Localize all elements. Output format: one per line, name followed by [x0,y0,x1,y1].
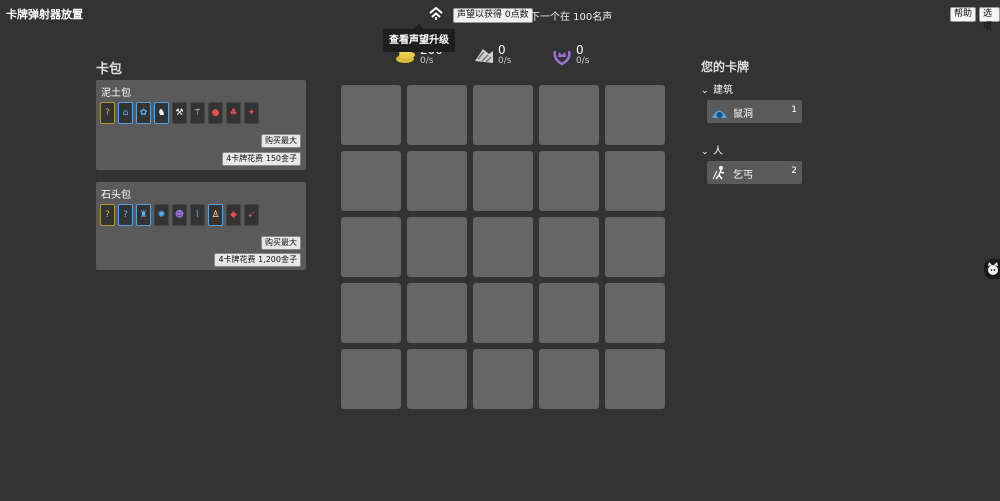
prestige-tooltip: 查看声望升级 [383,24,455,52]
pack-cost-button[interactable]: 4卡牌花费 150金子 [222,152,301,166]
question-icon: ? [118,204,133,226]
board-slot[interactable] [605,349,665,409]
board-slot[interactable] [341,283,401,343]
question-icon: ? [100,102,115,124]
board-slot[interactable] [539,151,599,211]
card-beggar[interactable]: 乞丐 2 [707,161,802,184]
card-count: 2 [791,166,797,176]
beggar-icon: ⚚ [190,102,205,124]
next-prestige-text: 下一个在 100名声 [530,12,613,23]
board-slot[interactable] [473,85,533,145]
flame-icon: ✦ [244,102,259,124]
beast-icon: ✿ [136,102,151,124]
category-buildings-toggle[interactable]: ⌄ 建筑 [701,81,733,96]
board-slot[interactable] [539,85,599,145]
card-name: 鼠洞 [733,109,753,120]
gold-rate: 0/s [420,56,434,66]
card-board [341,85,666,410]
tools-icon: ⚒ [172,102,187,124]
board-slot[interactable] [341,151,401,211]
board-slot[interactable] [539,283,599,343]
buy-max-button[interactable]: 购买最大 [261,236,301,250]
category-people-toggle[interactable]: ⌄ 人 [701,142,723,157]
board-slot[interactable] [605,85,665,145]
burrow-icon: ⌂ [118,102,133,124]
category-label: 建筑 [713,85,733,96]
board-slot[interactable] [473,151,533,211]
stairs-icon: ⌇ [190,204,205,226]
board-slot[interactable] [605,217,665,277]
stone-icon [473,45,495,67]
pack-cost-button[interactable]: 4卡牌花费 1,200金子 [214,253,301,267]
crab-icon: ✺ [154,204,169,226]
board-slot[interactable] [407,85,467,145]
board-slot[interactable] [341,85,401,145]
wing-icon: ➹ [244,204,259,226]
fame-rate: 0/s [576,56,590,66]
resource-stone: 0 0/s [473,43,533,69]
chevron-down-icon: ⌄ [701,86,709,96]
laurel-crown-icon [551,45,573,67]
board-slot[interactable] [341,217,401,277]
burrow-icon [711,103,728,120]
blob-icon: ● [208,102,223,124]
resource-fame: 0 0/s [551,43,611,69]
figure-icon: ♙ [208,204,223,226]
question-icon: ? [100,204,115,226]
board-slot[interactable] [407,217,467,277]
category-label: 人 [713,146,723,157]
board-slot[interactable] [605,151,665,211]
pack-dirt: 泥土包 ? ⌂ ✿ ♞ ⚒ ⚚ ● ♣ ✦ 购买最大 4卡牌花费 150金子 [96,80,306,170]
options-button[interactable]: 选项 [979,7,1000,32]
app-title: 卡牌弹射器放置 [6,8,83,21]
cat-avatar-icon[interactable] [984,259,1000,279]
fame-value: 0 [576,43,584,57]
board-slot[interactable] [473,349,533,409]
pack-stone: 石头包 ?? ♜ ✺ ☻ ⌇ ♙ ◆ ➹ 购买最大 4卡牌花费 1,200金子 [96,182,306,270]
board-slot[interactable] [605,283,665,343]
board-slot[interactable] [407,283,467,343]
fortress-icon: ♜ [136,204,151,226]
card-burrow[interactable]: 鼠洞 1 [707,100,802,123]
pack-title: 石头包 [101,190,131,201]
board-slot[interactable] [473,217,533,277]
your-cards-header: 您的卡牌 [701,60,750,74]
beggar-icon [711,164,728,181]
stone-value: 0 [498,43,506,57]
demon-icon: ☻ [172,204,187,226]
card-count: 1 [791,105,797,115]
help-button[interactable]: 帮助 [950,7,977,22]
prestige-chevrons-icon[interactable] [428,5,444,21]
board-slot[interactable] [539,217,599,277]
pack-title: 泥土包 [101,88,131,99]
stone-rate: 0/s [498,56,512,66]
board-slot[interactable] [539,349,599,409]
board-slot[interactable] [407,151,467,211]
buy-max-button[interactable]: 购买最大 [261,134,301,148]
rider-icon: ♞ [154,102,169,124]
board-slot[interactable] [407,349,467,409]
creature-icon: ♣ [226,102,241,124]
board-slot[interactable] [341,349,401,409]
chevron-down-icon: ⌄ [701,147,709,157]
card-name: 乞丐 [733,170,753,181]
board-slot[interactable] [473,283,533,343]
shell-icon: ◆ [226,204,241,226]
prestige-button[interactable]: 声望以获得 0点数 [453,8,533,23]
packs-header: 卡包 [96,62,123,77]
